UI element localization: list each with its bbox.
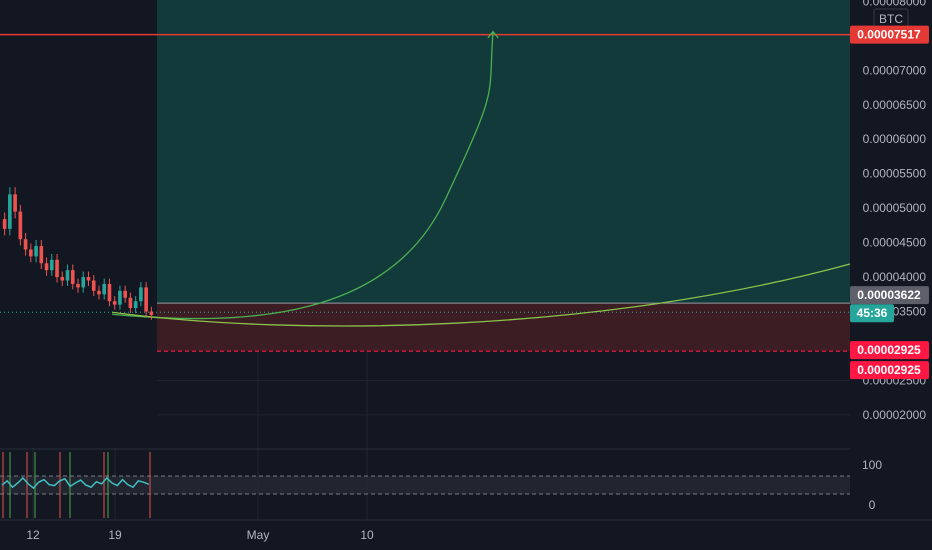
candle xyxy=(133,301,138,309)
candle xyxy=(60,277,65,281)
price-axis[interactable]: 0.000020000.000025000.000030000.00003500… xyxy=(850,0,932,520)
countdown-tag: 45:36 xyxy=(850,304,894,323)
oscillator-pane[interactable] xyxy=(0,448,932,518)
svg-text:0.00003622: 0.00003622 xyxy=(857,288,921,302)
candle xyxy=(144,287,148,312)
history-region xyxy=(0,0,157,448)
svg-text:45:36: 45:36 xyxy=(857,306,888,320)
y-tick-label: 0.00002000 xyxy=(863,408,927,422)
candle xyxy=(118,290,122,305)
price-chart[interactable]: 0.000020000.000025000.000030000.00003500… xyxy=(0,0,932,550)
y-tick-label: 0.00005500 xyxy=(863,167,927,181)
candle xyxy=(70,270,75,284)
candle xyxy=(81,277,86,288)
stop-price-tag[interactable]: 0.00002925 xyxy=(850,341,929,360)
oscillator-tick-label: 0 xyxy=(869,498,876,512)
candle xyxy=(49,259,54,271)
x-tick-label: 12 xyxy=(26,528,40,542)
candle xyxy=(39,246,44,264)
entry-price-tag[interactable]: 0.00003622 xyxy=(850,286,929,305)
x-tick-label: 10 xyxy=(360,528,374,542)
y-tick-label: 0.00005000 xyxy=(863,201,927,215)
candle xyxy=(55,259,59,278)
y-tick-label: 0.00007000 xyxy=(863,63,927,77)
candle xyxy=(97,290,101,295)
svg-text:0.00002925: 0.00002925 xyxy=(857,363,921,377)
oscillator-tick-label: 100 xyxy=(862,458,882,472)
candle xyxy=(128,297,133,309)
y-tick-label: 0.00004000 xyxy=(863,270,927,284)
stop-price-tag-2[interactable]: 0.00002925 xyxy=(850,361,929,380)
currency-label: BTC xyxy=(879,12,903,26)
time-axis[interactable]: 12 19 May 10 xyxy=(0,519,932,550)
candle xyxy=(76,283,80,288)
candle xyxy=(65,270,70,281)
candle xyxy=(2,219,7,229)
candle xyxy=(86,277,91,281)
profit-zone[interactable] xyxy=(157,0,850,304)
candle xyxy=(139,287,143,302)
candle xyxy=(123,290,127,298)
svg-text:0.00002925: 0.00002925 xyxy=(857,343,921,357)
candle xyxy=(8,194,12,229)
y-tick-label: 0.00006500 xyxy=(863,98,927,112)
candle xyxy=(102,283,107,295)
x-tick-label: May xyxy=(247,528,270,542)
candle xyxy=(44,263,49,271)
y-tick-label: 0.00004500 xyxy=(863,236,927,250)
candle xyxy=(149,311,154,315)
candle xyxy=(29,249,33,257)
x-tick-label: 19 xyxy=(108,528,122,542)
target-price-tag[interactable]: 0.00007517 xyxy=(850,25,929,44)
y-tick-label: 0.00008000 xyxy=(863,0,927,8)
candle xyxy=(112,301,117,305)
candle xyxy=(23,239,28,250)
candle xyxy=(34,246,38,257)
loss-zone[interactable] xyxy=(157,303,850,352)
candle xyxy=(13,194,17,212)
candle xyxy=(18,211,23,240)
candle xyxy=(91,280,96,291)
candle xyxy=(107,283,112,302)
y-tick-label: 0.00006000 xyxy=(863,132,927,146)
svg-text:0.00007517: 0.00007517 xyxy=(857,28,921,42)
